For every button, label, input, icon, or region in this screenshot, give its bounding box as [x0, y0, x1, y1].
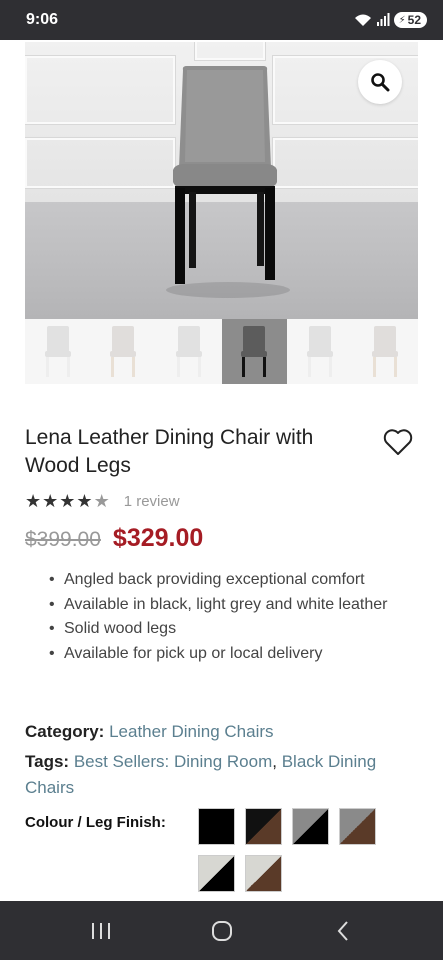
home-icon — [211, 920, 232, 941]
thumbnail-strip — [25, 319, 418, 384]
star-icon: ★ — [42, 491, 59, 511]
finish-label: Colour / Leg Finish: — [25, 814, 166, 831]
wishlist-button[interactable] — [383, 428, 413, 456]
battery-icon: ⚡ — [398, 14, 406, 26]
wifi-icon — [354, 13, 372, 27]
category-link[interactable]: Leather Dining Chairs — [109, 722, 273, 741]
feature-list: Angled back providing exceptional comfor… — [49, 568, 429, 666]
search-icon — [371, 73, 390, 92]
feature-item: Available in black, light grey and white… — [49, 593, 429, 618]
battery-level: 52 — [407, 13, 421, 27]
feature-item: Angled back providing exceptional comfor… — [49, 568, 429, 593]
thumbnail-item[interactable] — [90, 319, 156, 384]
finish-swatch[interactable] — [198, 855, 235, 892]
back-button[interactable] — [323, 911, 363, 951]
system-nav-bar — [0, 901, 443, 960]
chair-thumbnail — [241, 326, 268, 377]
thumbnail-item[interactable] — [156, 319, 222, 384]
price-row: $399.00 $329.00 — [25, 524, 203, 553]
category-label: Category: — [25, 722, 105, 741]
product-rating: ★ ★ ★ ★ ★ 1 review — [25, 492, 180, 510]
heart-icon — [383, 429, 413, 455]
star-rating: ★ ★ ★ ★ ★ — [25, 492, 110, 510]
status-bar: 9:06 ⚡ 52 — [0, 0, 443, 40]
tags-label: Tags: — [25, 752, 70, 771]
battery-indicator: ⚡ 52 — [393, 12, 427, 28]
finish-swatch[interactable] — [198, 808, 235, 845]
thumbnail-item[interactable] — [221, 319, 287, 384]
star-icon: ★ — [93, 491, 110, 511]
feature-item: Solid wood legs — [49, 617, 429, 642]
signal-icon — [376, 13, 390, 27]
original-price: $399.00 — [25, 528, 101, 551]
feature-item: Available for pick up or local delivery — [49, 642, 429, 667]
thumbnail-item[interactable] — [287, 319, 353, 384]
zoom-button[interactable] — [358, 60, 402, 104]
chair-thumbnail — [175, 326, 202, 377]
thumbnail-item[interactable] — [25, 319, 91, 384]
recent-apps-button[interactable] — [81, 911, 121, 951]
chair-thumbnail — [44, 326, 71, 377]
home-button[interactable] — [202, 911, 242, 951]
tag-link[interactable]: Best Sellers: Dining Room — [74, 752, 272, 771]
finish-swatch[interactable] — [292, 808, 329, 845]
sale-price: $329.00 — [112, 524, 204, 552]
product-title: Lena Leather Dining Chair with Wood Legs — [25, 426, 314, 477]
review-count-link[interactable]: 1 review — [124, 493, 180, 510]
product-main-image[interactable] — [25, 42, 418, 319]
finish-swatch[interactable] — [245, 808, 282, 845]
chair-thumbnail — [110, 326, 137, 377]
tag-separator: , — [272, 752, 277, 771]
recent-apps-icon — [91, 922, 110, 939]
star-icon: ★ — [76, 491, 93, 511]
finish-swatch[interactable] — [245, 855, 282, 892]
chair-thumbnail — [306, 326, 333, 377]
finish-swatch[interactable] — [339, 808, 376, 845]
tags-row: Tags: Best Sellers: Dining Room, Black D… — [25, 749, 415, 801]
back-icon — [337, 920, 348, 941]
category-row: Category: Leather Dining Chairs — [25, 719, 415, 745]
star-icon: ★ — [59, 491, 76, 511]
status-indicators: ⚡ 52 — [354, 12, 427, 28]
status-time: 9:06 — [26, 11, 59, 28]
thumbnail-item[interactable] — [352, 319, 418, 384]
star-icon: ★ — [25, 491, 42, 511]
chair-thumbnail — [372, 326, 399, 377]
